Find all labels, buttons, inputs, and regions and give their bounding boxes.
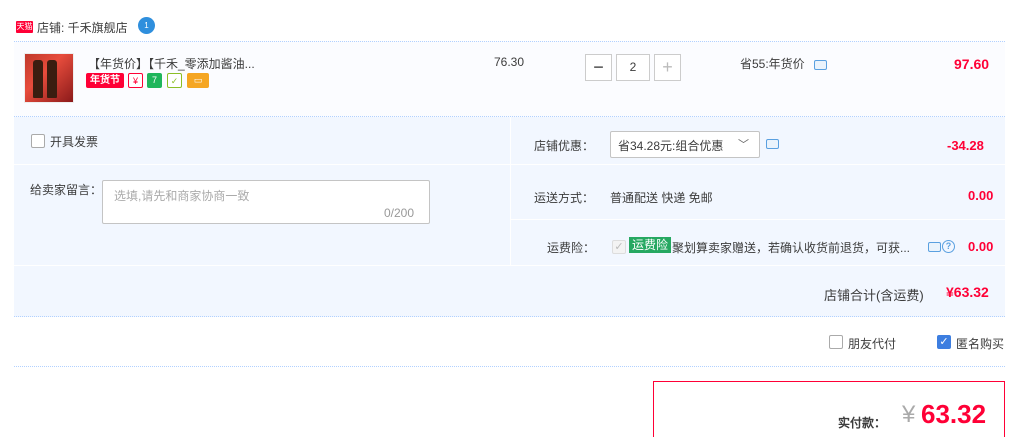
insurance-description: 聚划算卖家赠送，若确认收货前退货，可获... <box>672 241 911 255</box>
discount-amount: -34.28 <box>947 138 984 153</box>
tmall-logo-icon: 天猫 <box>16 21 33 33</box>
discount-label: 店铺优惠： <box>534 139 595 153</box>
promotion-text: 省55:年货价 <box>740 57 805 71</box>
actual-pay-label: 实付款： <box>838 416 887 430</box>
help-question-icon[interactable]: ? <box>942 240 955 253</box>
anonymous-purchase-checkbox[interactable] <box>937 335 951 349</box>
unit-price: 76.30 <box>494 55 525 69</box>
product-thumbnail[interactable] <box>24 53 74 103</box>
shop-name-link[interactable]: 店铺: 千禾旗舰店 <box>37 19 128 36</box>
row-divider <box>14 164 510 165</box>
message-label: 给卖家留言： <box>30 183 103 197</box>
insurance-amount: 0.00 <box>968 239 994 254</box>
chevron-down-icon[interactable]: ﹀ <box>738 136 749 152</box>
insurance-badge: 运费险 <box>629 237 672 253</box>
shipping-amount: 0.00 <box>968 188 994 203</box>
friend-pay-checkbox[interactable] <box>829 335 843 349</box>
yuan-guarantee-icon[interactable]: ¥ <box>128 73 143 88</box>
quantity-increase-button[interactable]: + <box>654 54 681 81</box>
nianhuojie-tag: 年货节 <box>86 73 124 88</box>
promo-comment-icon[interactable] <box>814 60 827 70</box>
shop-total-value: ¥63.32 <box>946 284 989 300</box>
shipping-label: 运送方式： <box>534 191 595 205</box>
item-subtotal: 97.60 <box>954 56 990 72</box>
invoice-checkbox[interactable] <box>31 134 45 148</box>
insurance-checkbox <box>612 240 626 254</box>
quantity-decrease-button[interactable]: − <box>585 54 612 81</box>
seven-day-return-icon[interactable]: 7 <box>147 73 162 88</box>
invoice-label[interactable]: 开具发票 <box>50 133 98 150</box>
insurance-comment-icon[interactable] <box>928 242 941 252</box>
order-options-panel: 开具发票 给卖家留言： 选填,请先和商家协商一致 0/200 店铺优惠： 省34… <box>14 117 1005 317</box>
shop-header: 天猫 店铺: 千禾旗舰店 1 <box>0 0 1009 41</box>
guarantee-shield-icon[interactable]: ✓ <box>167 73 182 88</box>
divider <box>14 366 1005 367</box>
discount-selected-value: 省34.28元:组合优惠 <box>618 139 724 153</box>
shipping-method: 普通配送 快递 免邮 <box>610 191 713 205</box>
actual-pay-amount: 63.32 <box>921 399 987 429</box>
product-title-link[interactable]: 【年货价】【千禾_零添加酱油... <box>88 55 255 72</box>
insurance-label: 运费险： <box>547 241 596 255</box>
credit-card-icon[interactable]: ▭ <box>187 73 209 88</box>
discount-comment-icon[interactable] <box>766 139 779 149</box>
order-item-row: 【年货价】【千禾_零添加酱油... 年货节 ¥ 7 ✓ ▭ 76.30 − 2 … <box>14 41 1005 117</box>
currency-symbol: ¥ <box>902 401 916 428</box>
row-divider <box>14 265 1005 266</box>
wangwang-chat-icon[interactable]: 1 <box>138 17 155 34</box>
shop-total-label: 店铺合计(含运费) <box>824 288 924 303</box>
quantity-input[interactable]: 2 <box>616 54 650 81</box>
message-char-count: 0/200 <box>384 206 415 220</box>
friend-pay-label[interactable]: 朋友代付 <box>848 335 896 352</box>
column-divider <box>510 117 511 265</box>
anonymous-purchase-label[interactable]: 匿名购买 <box>956 335 1004 352</box>
row-divider <box>511 164 1005 165</box>
row-divider <box>511 219 1005 220</box>
message-placeholder: 选填,请先和商家协商一致 <box>114 189 250 203</box>
